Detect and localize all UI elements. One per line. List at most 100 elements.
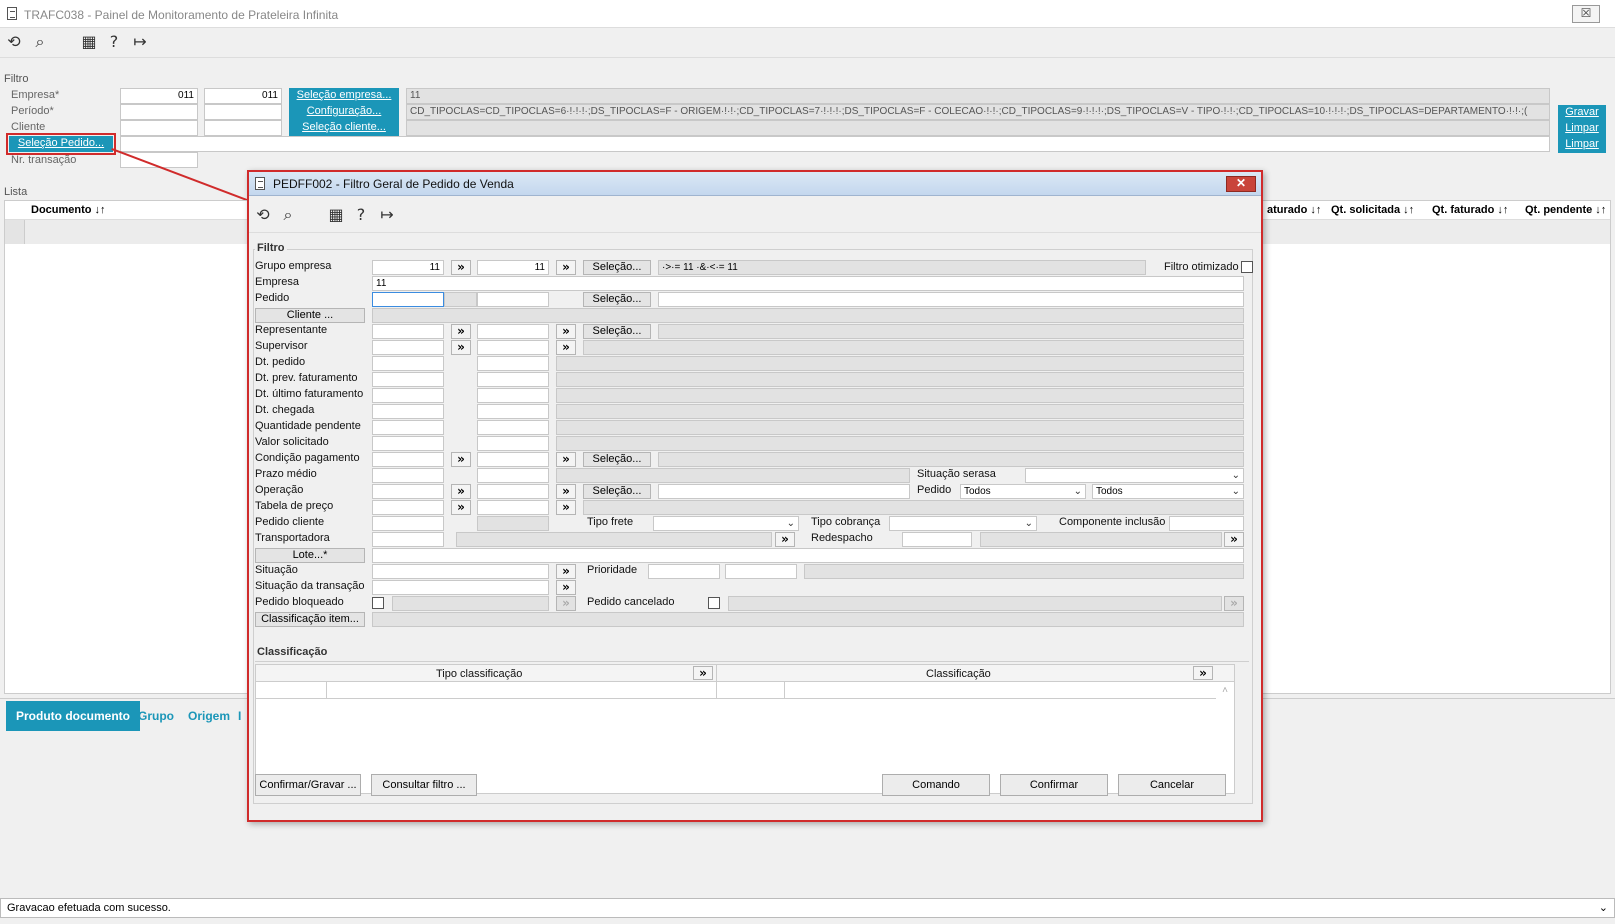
calendar-icon[interactable]: ▦ [79, 32, 99, 52]
representante-to[interactable] [477, 324, 549, 339]
dialog-close-button[interactable]: ✕ [1226, 176, 1256, 192]
tipo-cobranca-select[interactable]: ⌄ [889, 516, 1037, 531]
pedido-bloqueado-checkbox[interactable] [372, 597, 384, 609]
configuracao-button[interactable]: Configuração... [289, 104, 399, 120]
cliente-button[interactable]: Cliente ... [255, 308, 365, 323]
pedido-status-select-1[interactable]: Todos ⌄ [960, 484, 1086, 499]
col-qt-faturado[interactable]: Qt. faturado ↓↑ [1432, 204, 1508, 216]
dialog-refresh-icon[interactable]: ⟲ [253, 205, 273, 225]
pedido-to[interactable] [477, 292, 549, 307]
tabela-preco-arrow-2[interactable]: » [556, 500, 576, 515]
grupo-empresa-arrow-2[interactable]: » [556, 260, 576, 275]
row-selector[interactable] [5, 220, 25, 244]
dt-pedido-from[interactable] [372, 356, 444, 371]
supervisor-arrow-1[interactable]: » [451, 340, 471, 355]
classificacao-row[interactable] [256, 682, 1216, 699]
selecao-pedido-button[interactable]: Seleção Pedido... [6, 133, 116, 155]
comando-button[interactable]: Comando [882, 774, 990, 796]
operacao-selecao-button[interactable]: Seleção... [583, 484, 651, 499]
grupo-empresa-arrow-1[interactable]: » [451, 260, 471, 275]
operacao-arrow-1[interactable]: » [451, 484, 471, 499]
grupo-empresa-from[interactable]: 11 [372, 260, 444, 275]
dt-prev-faturamento-to[interactable] [477, 372, 549, 387]
pedido-from[interactable] [372, 292, 444, 307]
exit-icon[interactable]: ↦ [130, 32, 150, 52]
prioridade-to[interactable] [725, 564, 797, 579]
classificacao-item-button[interactable]: Classificação item... [255, 612, 365, 627]
pedido-selecao-button[interactable]: Seleção... [583, 292, 651, 307]
selecao-empresa-button[interactable]: Seleção empresa... [289, 88, 399, 104]
tabela-preco-from[interactable] [372, 500, 444, 515]
componente-inclusao-field[interactable] [1169, 516, 1244, 531]
empresa-to-input[interactable]: 011 [204, 88, 282, 104]
window-close-button[interactable]: ☒ [1572, 5, 1600, 23]
cliente-from-input[interactable] [120, 120, 198, 136]
grupo-empresa-selecao-button[interactable]: Seleção... [583, 260, 651, 275]
confirmar-button[interactable]: Confirmar [1000, 774, 1108, 796]
filtro-otimizado-checkbox[interactable] [1241, 261, 1253, 273]
redespacho-field[interactable] [902, 532, 972, 547]
condicao-pagamento-selecao-button[interactable]: Seleção... [583, 452, 651, 467]
operacao-arrow-2[interactable]: » [556, 484, 576, 499]
valor-solicitado-from[interactable] [372, 436, 444, 451]
status-dropdown-icon[interactable]: ⌄ [1599, 899, 1608, 917]
prioridade-from[interactable] [648, 564, 720, 579]
tab-more[interactable]: I [234, 701, 245, 731]
periodo-to-input[interactable] [204, 104, 282, 120]
representante-selecao-button[interactable]: Seleção... [583, 324, 651, 339]
help-icon[interactable]: ? [104, 32, 124, 52]
pedido-cancelado-checkbox[interactable] [708, 597, 720, 609]
dt-ultimo-faturamento-from[interactable] [372, 388, 444, 403]
tabela-preco-arrow-1[interactable]: » [451, 500, 471, 515]
search-icon[interactable]: ⌕ [30, 32, 50, 52]
dt-chegada-to[interactable] [477, 404, 549, 419]
periodo-from-input[interactable] [120, 104, 198, 120]
representante-arrow-2[interactable]: » [556, 324, 576, 339]
valor-solicitado-to[interactable] [477, 436, 549, 451]
situacao-transacao-field[interactable] [372, 580, 549, 595]
quantidade-pendente-from[interactable] [372, 420, 444, 435]
situacao-transacao-arrow[interactable]: » [556, 580, 576, 595]
supervisor-from[interactable] [372, 340, 444, 355]
consultar-filtro-button[interactable]: Consultar filtro ... [371, 774, 477, 796]
situacao-serasa-select[interactable]: ⌄ [1025, 468, 1244, 483]
col-qt-pendente[interactable]: Qt. pendente ↓↑ [1525, 204, 1606, 216]
transportadora-field[interactable] [372, 532, 444, 547]
empresa-from-input[interactable]: 011 [120, 88, 198, 104]
pedido-status-select-2[interactable]: Todos ⌄ [1092, 484, 1244, 499]
supervisor-to[interactable] [477, 340, 549, 355]
gravar-button[interactable]: Gravar [1558, 105, 1606, 121]
limpar-button-1[interactable]: Limpar [1558, 121, 1606, 137]
col-qt-solicitada[interactable]: Qt. solicitada ↓↑ [1331, 204, 1414, 216]
dialog-help-icon[interactable]: ? [351, 205, 371, 225]
dt-chegada-from[interactable] [372, 404, 444, 419]
transportadora-arrow[interactable]: » [775, 532, 795, 547]
supervisor-arrow-2[interactable]: » [556, 340, 576, 355]
grupo-empresa-to[interactable]: 11 [477, 260, 549, 275]
selecao-cliente-button[interactable]: Seleção cliente... [289, 120, 399, 136]
col-documento[interactable]: Documento ↓↑ [31, 204, 106, 216]
representante-from[interactable] [372, 324, 444, 339]
dialog-exit-icon[interactable]: ↦ [377, 205, 397, 225]
tab-origem[interactable]: Origem [178, 701, 240, 731]
situacao-arrow[interactable]: » [556, 564, 576, 579]
tab-grupo[interactable]: Grupo [128, 701, 184, 731]
condicao-pagamento-from[interactable] [372, 452, 444, 467]
tabela-preco-to[interactable] [477, 500, 549, 515]
operacao-to[interactable] [477, 484, 549, 499]
condicao-pagamento-arrow-2[interactable]: » [556, 452, 576, 467]
cancelar-button[interactable]: Cancelar [1118, 774, 1226, 796]
col-faturado[interactable]: aturado ↓↑ [1267, 204, 1321, 216]
cliente-to-input[interactable] [204, 120, 282, 136]
classificacao-arrow[interactable]: » [1193, 666, 1213, 680]
dialog-search-icon[interactable]: ⌕ [278, 205, 298, 225]
confirmar-gravar-button[interactable]: Confirmar/Gravar ... [255, 774, 361, 796]
operacao-from[interactable] [372, 484, 444, 499]
condicao-pagamento-arrow-1[interactable]: » [451, 452, 471, 467]
representante-arrow-1[interactable]: » [451, 324, 471, 339]
limpar-button-2[interactable]: Limpar [1558, 137, 1606, 153]
tipo-frete-select[interactable]: ⌄ [653, 516, 799, 531]
prazo-medio-from[interactable] [372, 468, 444, 483]
redespacho-arrow[interactable]: » [1224, 532, 1244, 547]
refresh-icon[interactable]: ⟲ [4, 32, 24, 52]
